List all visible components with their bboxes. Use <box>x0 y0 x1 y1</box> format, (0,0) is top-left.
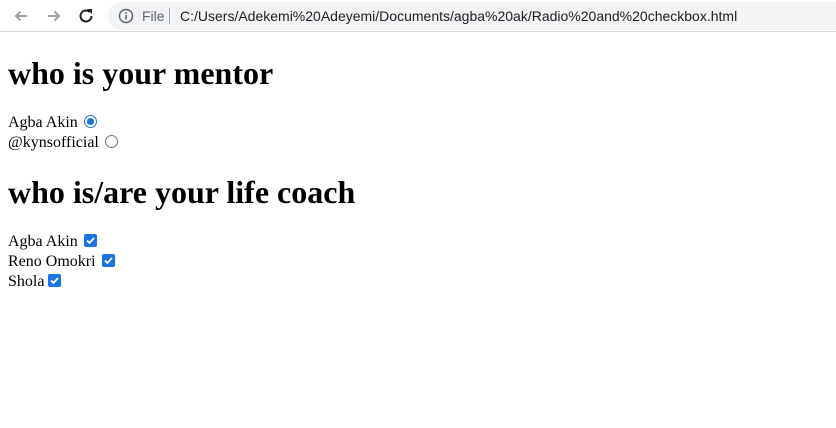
address-bar[interactable]: File C:/Users/Adekemi%20Adeyemi/Document… <box>108 2 836 30</box>
back-button[interactable] <box>9 4 33 28</box>
coach-checkbox-shola[interactable] <box>48 274 62 287</box>
mentor-radio-agba-akin[interactable] <box>83 115 97 128</box>
omnibox-divider <box>169 8 170 24</box>
coach-option-label: Shola <box>8 273 45 290</box>
coach-option-label: Reno Omokri <box>8 253 96 270</box>
arrow-right-icon <box>48 10 61 22</box>
info-icon[interactable] <box>118 8 134 24</box>
arrow-left-icon <box>14 10 27 22</box>
url-text[interactable]: C:/Users/Adekemi%20Adeyemi/Documents/agb… <box>180 8 737 24</box>
reload-button[interactable] <box>74 4 98 28</box>
browser-toolbar: File C:/Users/Adekemi%20Adeyemi/Document… <box>0 0 836 32</box>
mentor-radio-group: Agba Akin @kynsofficial <box>8 113 828 153</box>
checkmark-icon <box>86 237 95 245</box>
coach-checkbox-group: Agba Akin Reno Omokri Shola <box>8 232 828 292</box>
mentor-option-label: @kynsofficial <box>8 134 99 151</box>
forward-button[interactable] <box>42 4 66 28</box>
mentor-option: Agba Akin <box>8 113 828 133</box>
page-content: who is your mentor Agba Akin @kynsoffici… <box>8 33 828 292</box>
coach-option-label: Agba Akin <box>8 233 78 250</box>
mentor-radio-kynsofficial[interactable] <box>104 135 118 148</box>
mentor-heading: who is your mentor <box>8 55 274 91</box>
coach-checkbox-reno-omokri[interactable] <box>101 254 115 267</box>
coach-checkbox-agba-akin[interactable] <box>83 234 97 247</box>
mentor-option-label: Agba Akin <box>8 114 78 131</box>
checkmark-icon <box>103 257 113 265</box>
reload-icon <box>79 9 93 23</box>
checkmark-icon <box>50 277 60 285</box>
coach-option: Reno Omokri <box>8 252 828 272</box>
coach-option: Agba Akin <box>8 232 828 252</box>
coach-option: Shola <box>8 272 828 292</box>
file-scheme-label: File <box>142 8 165 24</box>
coach-heading: who is/are your life coach <box>8 174 356 210</box>
mentor-option: @kynsofficial <box>8 133 828 153</box>
